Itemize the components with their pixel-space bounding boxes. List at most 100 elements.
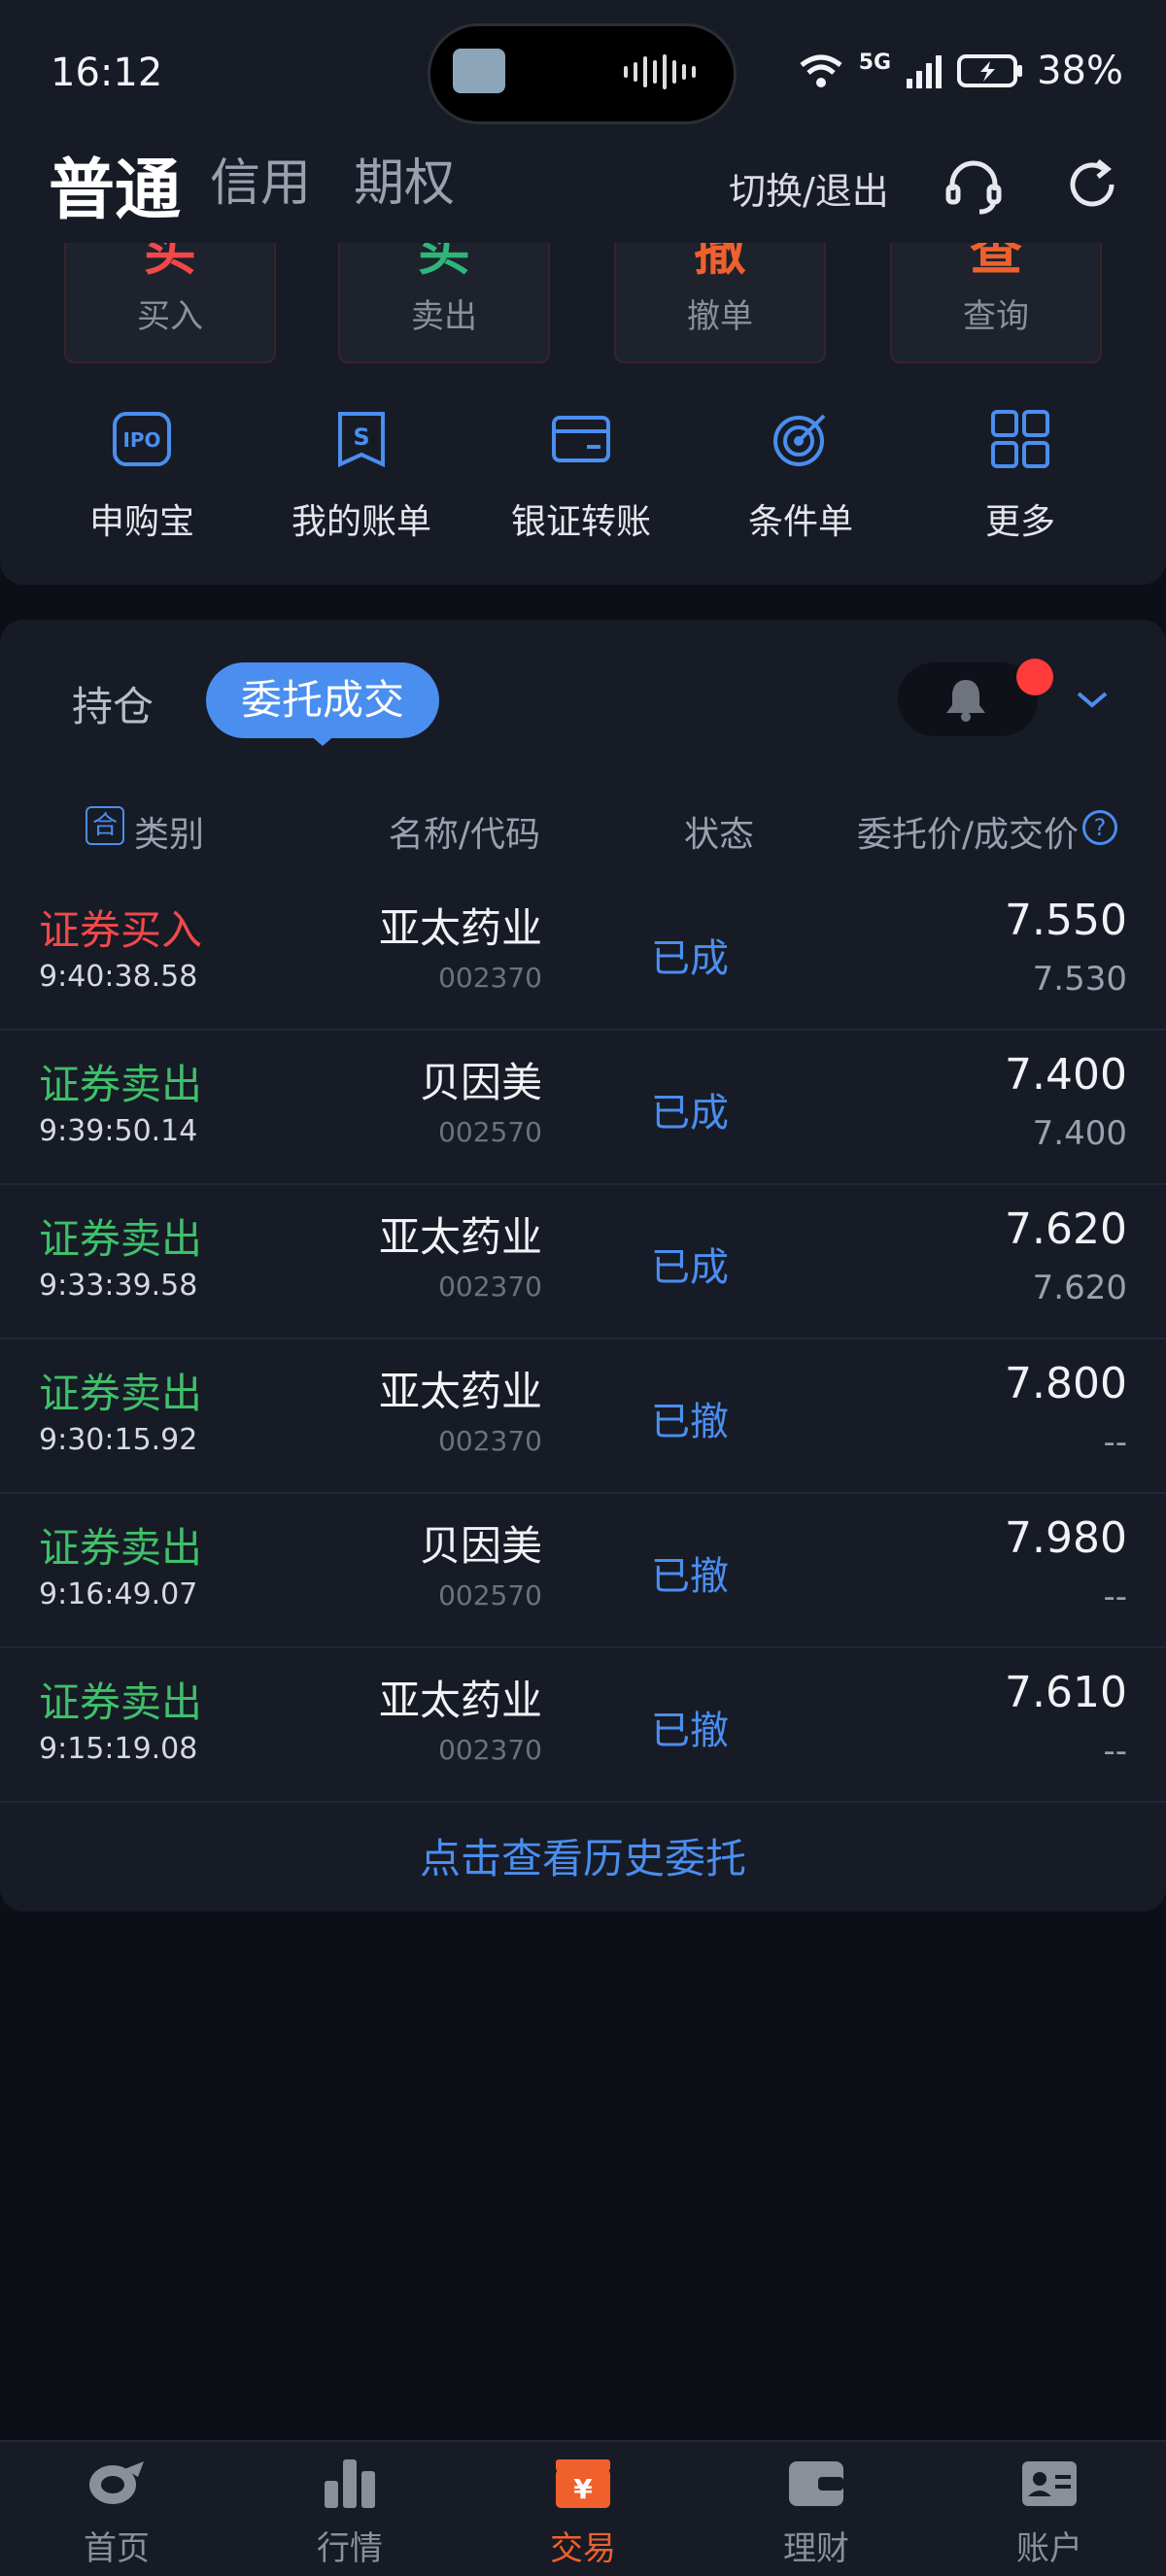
order-price: 7.610 — [1005, 1668, 1127, 1717]
signal-icon — [907, 55, 943, 88]
order-status: 已成 — [651, 936, 729, 981]
quick-bill[interactable]: S 我的账单 — [264, 408, 459, 544]
order-type: 证券卖出 — [39, 1524, 203, 1572]
quick-more[interactable]: 更多 — [923, 408, 1117, 544]
stock-name: 贝因美 — [419, 1059, 542, 1106]
order-row[interactable]: 证券卖出 9:15:19.08 亚太药业 002370 已撤 7.610 -- — [0, 1648, 1166, 1803]
buy-glyph: 买 — [144, 243, 196, 282]
target-icon — [773, 414, 826, 466]
view-history-orders-link[interactable]: 点击查看历史委托 — [0, 1826, 1166, 1885]
home-icon — [89, 2461, 144, 2504]
nav-wealth-label: 理财 — [783, 2529, 849, 2568]
buy-button[interactable]: 买 买入 — [64, 243, 276, 363]
deal-price: -- — [1103, 1577, 1127, 1616]
media-thumbnail-icon — [453, 49, 505, 93]
cancel-label: 撤单 — [687, 297, 753, 336]
transfer-card-icon — [552, 416, 610, 462]
sell-button[interactable]: 买 卖出 — [338, 243, 550, 363]
order-type: 证券卖出 — [39, 1215, 203, 1263]
order-price: 7.550 — [1005, 896, 1127, 945]
order-time: 9:40:38.58 — [39, 960, 198, 994]
grid-icon — [991, 410, 1049, 468]
nav-wealth[interactable]: 理财 — [719, 2456, 913, 2569]
stock-code: 002370 — [438, 1271, 542, 1303]
tab-pointer — [309, 734, 336, 746]
tab-normal[interactable]: 普通 — [49, 136, 181, 232]
order-price: 7.620 — [1005, 1204, 1127, 1254]
svg-text:S: S — [353, 424, 369, 451]
tab-credit[interactable]: 信用 — [210, 142, 311, 215]
order-row[interactable]: 证券买入 9:40:38.58 亚太药业 002370 已成 7.550 7.5… — [0, 876, 1166, 1031]
deal-price: 7.620 — [1032, 1269, 1127, 1307]
deal-price: 7.400 — [1032, 1114, 1127, 1153]
order-status: 已成 — [651, 1245, 729, 1290]
chevron-down-icon[interactable] — [1075, 688, 1110, 711]
customer-service-headset-icon[interactable] — [943, 155, 1005, 218]
order-price: 7.400 — [1005, 1050, 1127, 1100]
bill-icon: S — [338, 412, 385, 468]
column-status: 状态 — [684, 815, 755, 855]
nav-trade[interactable]: ¥ 交易 — [486, 2456, 680, 2569]
nav-market[interactable]: 行情 — [253, 2456, 447, 2569]
nav-market-label: 行情 — [317, 2529, 383, 2568]
deal-price: 7.530 — [1032, 960, 1127, 999]
notification-dot — [1016, 659, 1053, 695]
order-time: 9:16:49.07 — [39, 1577, 198, 1611]
status-time: 16:12 — [51, 51, 163, 95]
stock-name: 亚太药业 — [378, 1368, 542, 1415]
deal-price: -- — [1103, 1732, 1127, 1771]
order-row[interactable]: 证券卖出 9:39:50.14 贝因美 002570 已成 7.400 7.40… — [0, 1031, 1166, 1185]
order-row[interactable]: 证券卖出 9:30:15.92 亚太药业 002370 已撤 7.800 -- — [0, 1339, 1166, 1494]
account-icon — [1022, 2461, 1077, 2506]
column-name-code: 名称/代码 — [388, 815, 540, 855]
stock-code: 002370 — [438, 1734, 542, 1766]
refresh-icon[interactable] — [1063, 155, 1121, 214]
section-divider — [0, 585, 1166, 620]
status-icons: 5G 38% — [797, 49, 1123, 93]
wallet-icon — [789, 2461, 843, 2506]
stock-name: 亚太药业 — [378, 1677, 542, 1724]
query-glyph: 查 — [970, 243, 1022, 282]
stock-code: 002570 — [438, 1579, 542, 1611]
query-label: 查询 — [963, 297, 1029, 336]
svg-text:IPO: IPO — [122, 428, 160, 452]
order-price: 7.980 — [1005, 1513, 1127, 1563]
quick-bill-label: 我的账单 — [291, 502, 431, 542]
tab-option[interactable]: 期权 — [354, 142, 455, 215]
network-label: 5G — [858, 50, 892, 75]
order-type: 证券卖出 — [39, 1370, 203, 1417]
merge-toggle-badge[interactable]: 合 — [86, 806, 124, 845]
tab-positions[interactable]: 持仓 — [72, 674, 154, 733]
order-type: 证券卖出 — [39, 1678, 203, 1726]
ipo-icon: IPO — [113, 412, 171, 466]
battery-percentage: 38% — [1037, 49, 1123, 93]
stock-name: 亚太药业 — [378, 904, 542, 952]
order-status: 已撤 — [651, 1400, 729, 1444]
quick-conditional-order[interactable]: 条件单 — [703, 408, 898, 544]
column-price: 委托价/成交价 — [856, 815, 1079, 855]
nav-trade-label: 交易 — [550, 2529, 616, 2568]
nav-account[interactable]: 账户 — [952, 2456, 1147, 2569]
switch-exit-button[interactable]: 切换/退出 — [729, 161, 889, 215]
cancel-order-button[interactable]: 撤 撤单 — [614, 243, 826, 363]
quick-more-label: 更多 — [984, 502, 1055, 542]
order-time: 9:15:19.08 — [39, 1732, 198, 1766]
help-icon[interactable]: ? — [1082, 810, 1117, 845]
quick-ipo[interactable]: IPO 申购宝 — [45, 408, 239, 544]
market-icon — [325, 2459, 375, 2508]
order-time: 9:30:15.92 — [39, 1423, 198, 1457]
stock-code: 002370 — [438, 1425, 542, 1457]
order-row[interactable]: 证券卖出 9:33:39.58 亚太药业 002370 已成 7.620 7.6… — [0, 1185, 1166, 1339]
order-row[interactable]: 证券卖出 9:16:49.07 贝因美 002570 已撤 7.980 -- — [0, 1494, 1166, 1648]
nav-home[interactable]: 首页 — [19, 2456, 214, 2569]
audio-wave-icon — [624, 54, 696, 89]
stock-name: 贝因美 — [419, 1522, 542, 1570]
buy-label: 买入 — [137, 297, 203, 336]
column-type: 类别 — [134, 815, 205, 855]
quick-transfer[interactable]: 银证转账 — [484, 408, 678, 544]
order-type: 证券卖出 — [39, 1061, 203, 1108]
tab-orders-filled[interactable]: 委托成交 — [206, 662, 439, 738]
order-status: 已成 — [651, 1091, 729, 1135]
quick-ipo-label: 申购宝 — [88, 502, 194, 542]
query-button[interactable]: 查 查询 — [890, 243, 1102, 363]
